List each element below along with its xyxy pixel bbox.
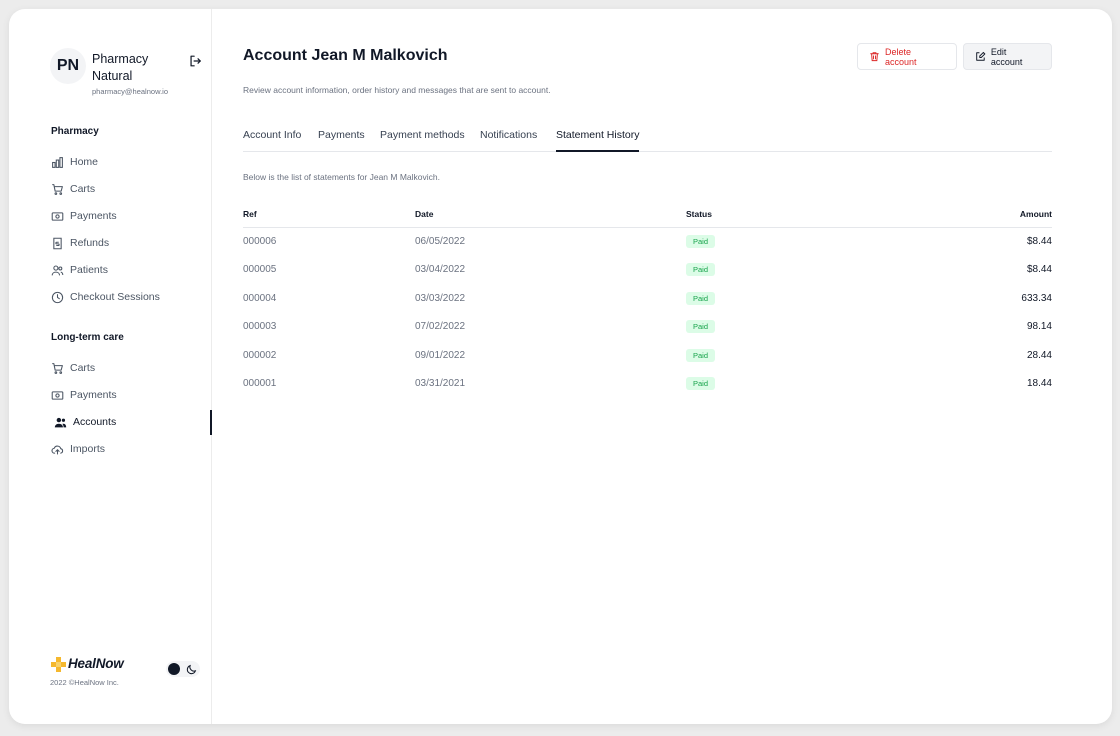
- cell-amount: 28.44: [1026, 349, 1052, 361]
- column-header-amount: Amount: [886, 201, 1052, 228]
- table-header-row: Ref Date Status Amount: [243, 201, 1052, 228]
- cell-date: 03/03/2022: [415, 292, 466, 304]
- sidebar-item-label: Checkout Sessions: [70, 291, 160, 303]
- cell-date: 07/02/2022: [415, 321, 466, 333]
- trash-icon: [870, 52, 879, 62]
- sidebar-item-label: Patients: [70, 264, 108, 276]
- table-row[interactable]: 000005 03/04/2022 Paid $8.44: [243, 256, 1052, 285]
- theme-toggle[interactable]: [166, 661, 200, 677]
- section-title-pharmacy: Pharmacy: [51, 126, 99, 137]
- main-content: Account Jean M Malkovich Review account …: [243, 9, 1053, 724]
- cell-date: 09/01/2022: [415, 349, 466, 361]
- org-profile: PN Pharmacy Natural pharmacy@healnow.io: [50, 48, 202, 100]
- sidebar-item-label: Carts: [70, 362, 96, 374]
- cell-amount: 633.34: [1021, 292, 1052, 304]
- sidebar-item-payments[interactable]: Payments: [51, 206, 201, 226]
- cell-ref: 000005: [243, 264, 277, 276]
- sidebar-item-label: Accounts: [73, 416, 117, 428]
- copyright: 2022 ©HealNow Inc.: [50, 678, 119, 687]
- logout-icon[interactable]: [188, 54, 202, 68]
- cell-ref: 000003: [243, 321, 277, 333]
- tab-account-info[interactable]: Account Info: [243, 129, 301, 152]
- delete-account-label: Delete account: [885, 46, 917, 67]
- cell-date: 06/05/2022: [415, 236, 466, 247]
- statement-intro: Below is the list of statements for Jean…: [243, 172, 440, 182]
- delete-account-button[interactable]: Delete account: [857, 43, 957, 70]
- sidebar-item-label: Payments: [70, 210, 117, 222]
- sidebar-item-ltc-payments[interactable]: Payments: [51, 385, 201, 405]
- sidebar-item-refunds[interactable]: Refunds: [51, 233, 201, 253]
- cart-icon: [52, 183, 63, 195]
- sidebar-item-accounts[interactable]: Accounts: [54, 412, 204, 432]
- cell-amount: $8.44: [1026, 264, 1052, 276]
- column-header-status: Status: [686, 201, 886, 228]
- column-header-date: Date: [415, 201, 686, 228]
- section-title-long-term-care: Long-term care: [51, 332, 124, 343]
- cell-amount: 98.14: [1026, 321, 1052, 333]
- tab-bar: Account Info Payments Payment methods No…: [243, 121, 1052, 152]
- bar-chart-icon: [52, 156, 63, 168]
- cell-date: 03/31/2021: [415, 378, 466, 390]
- table-row[interactable]: 000006 06/05/2022 Paid $8.44: [243, 227, 1052, 256]
- tab-notifications[interactable]: Notifications: [480, 129, 537, 152]
- clock-icon: [51, 291, 64, 303]
- sidebar-item-label: Home: [70, 156, 99, 168]
- logo-text: HealNow: [68, 656, 124, 671]
- sidebar-item-home[interactable]: Home: [51, 152, 201, 172]
- sidebar-item-carts[interactable]: Carts: [51, 179, 201, 199]
- cell-date: 03/04/2022: [415, 264, 466, 276]
- healnow-logo: HealNow: [50, 656, 130, 674]
- tab-statement-history[interactable]: Statement History: [556, 129, 640, 152]
- money-icon: [51, 390, 64, 400]
- cart-icon: [52, 362, 63, 374]
- active-indicator: [210, 410, 212, 435]
- sidebar-item-label: Imports: [70, 443, 106, 455]
- cell-ref: 000006: [243, 236, 277, 247]
- users-filled-icon: [54, 417, 67, 427]
- sidebar-item-imports[interactable]: Imports: [51, 439, 201, 459]
- cell-ref: 000004: [243, 292, 277, 304]
- app-window: PN Pharmacy Natural pharmacy@healnow.io …: [9, 9, 1112, 724]
- users-icon: [51, 265, 64, 275]
- dark-mode-dot-icon: [168, 663, 180, 675]
- table-row[interactable]: 000001 03/31/2021 Paid 18.44: [243, 370, 1052, 399]
- sidebar: PN Pharmacy Natural pharmacy@healnow.io …: [9, 9, 212, 724]
- avatar: PN: [50, 48, 86, 84]
- cell-amount: $8.44: [1026, 236, 1052, 247]
- refund-receipt-icon: [53, 237, 62, 249]
- plus-logo-icon: [51, 657, 66, 672]
- tab-payments[interactable]: Payments: [318, 129, 365, 152]
- status-badge: Paid: [686, 377, 716, 391]
- cell-ref: 000002: [243, 349, 277, 361]
- table-row[interactable]: 000004 03/03/2022 Paid 633.34: [243, 284, 1052, 313]
- statements-table: Ref Date Status Amount 000006 06/05/2022…: [243, 201, 1052, 398]
- sidebar-item-label: Refunds: [70, 237, 110, 249]
- edit-account-label: Edit account: [990, 46, 1023, 67]
- money-icon: [51, 211, 64, 221]
- table-row[interactable]: 000003 07/02/2022 Paid 98.14: [243, 313, 1052, 342]
- cloud-upload-icon: [51, 445, 64, 454]
- cell-ref: 000001: [243, 378, 277, 390]
- status-badge: Paid: [686, 348, 716, 362]
- edit-icon: [976, 51, 986, 61]
- sidebar-item-checkout-sessions[interactable]: Checkout Sessions: [51, 287, 201, 307]
- sidebar-item-label: Carts: [70, 183, 96, 195]
- sidebar-item-label: Payments: [70, 389, 117, 401]
- moon-icon: [186, 664, 197, 675]
- tab-payment-methods[interactable]: Payment methods: [380, 129, 465, 152]
- status-badge: Paid: [686, 263, 716, 277]
- status-badge: Paid: [686, 291, 716, 305]
- status-badge: Paid: [686, 235, 716, 248]
- page-subtitle: Review account information, order histor…: [243, 85, 551, 95]
- status-badge: Paid: [686, 320, 716, 334]
- table-row[interactable]: 000002 09/01/2022 Paid 28.44: [243, 341, 1052, 370]
- sidebar-item-patients[interactable]: Patients: [51, 260, 201, 280]
- cell-amount: 18.44: [1026, 378, 1052, 390]
- column-header-ref: Ref: [243, 201, 415, 228]
- org-email: pharmacy@healnow.io: [92, 87, 168, 96]
- sidebar-item-ltc-carts[interactable]: Carts: [51, 358, 201, 378]
- org-name: Pharmacy Natural: [92, 52, 149, 83]
- edit-account-button[interactable]: Edit account: [963, 43, 1052, 70]
- page-title: Account Jean M Malkovich: [243, 47, 448, 64]
